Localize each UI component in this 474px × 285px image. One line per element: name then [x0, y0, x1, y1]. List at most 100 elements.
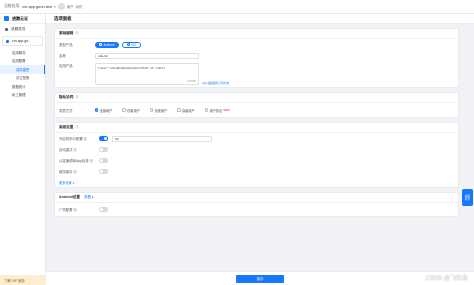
- radio-option-0[interactable]: 全部用户: [95, 108, 112, 113]
- button-label: iOS: [131, 42, 137, 47]
- keep-toggle[interactable]: [99, 169, 108, 174]
- chevron-down-icon[interactable]: ▾: [54, 5, 56, 9]
- vendor-row: 厂商配置 ⓪: [55, 203, 458, 216]
- field-label: 维持保存 ⓪: [59, 170, 77, 174]
- basic-card: 基础编辑 ⓪ 类型产品 Android iOS 名称 mfa-02 应用产品 {…: [54, 28, 459, 88]
- app-icon: [6, 39, 9, 43]
- sidebar-item-data[interactable]: 数据统计: [0, 82, 45, 91]
- android-view-link[interactable]: 查看 ▸: [84, 195, 94, 200]
- apple-icon: [126, 43, 130, 46]
- check-row: 以高速调用App检查 ⓪: [55, 155, 458, 166]
- card-title: 高级设置 ⓪: [55, 123, 458, 133]
- android-type-button[interactable]: Android: [95, 41, 119, 48]
- keep-row: 维持保存 ⓪: [55, 166, 458, 177]
- desc-row: 应用产品 {"desc":"\u9ed8\u8ba4\u5e94\u7528",…: [55, 61, 458, 87]
- radio-label: 全部用户: [99, 108, 113, 113]
- page-header: 选项面板: [46, 14, 474, 24]
- radio-label: 仅老用户: [154, 108, 168, 113]
- app-selector[interactable]: cm-app-geoh-test: [22, 5, 52, 9]
- android-card: Android设置 查看 ▸ 厂商配置 ⓪: [54, 192, 459, 217]
- radio-option-4[interactable]: 用户协议 NEW: [204, 108, 230, 113]
- main-area: 选项面板 基础编辑 ⓪ 类型产品 Android iOS 名称 mfa-02 应…: [46, 14, 474, 285]
- sidebar-item-privacy[interactable]: 私工管理: [0, 91, 45, 100]
- watermark: CSDN @飞吃鱼: [425, 276, 468, 282]
- edit-link[interactable]: 编辑: [76, 4, 83, 9]
- field-label: 厂商配置 ⓪: [59, 208, 77, 212]
- user-name[interactable]: 用户: [67, 4, 74, 9]
- radio-option-1[interactable]: 仅新用户: [122, 108, 140, 113]
- help-icon[interactable]: ⓪: [75, 31, 79, 36]
- sidebar-app-selector[interactable]: cm-app-ge...: [2, 36, 43, 46]
- brand: 透腾云证: [0, 14, 45, 24]
- card-title: 基础编辑 ⓪: [55, 29, 458, 39]
- more-settings-link[interactable]: 更多设置 ▾: [55, 177, 458, 187]
- card-title-text: 高级设置: [59, 125, 74, 129]
- field-label: 同意方式: [59, 108, 73, 113]
- field-label: 以高速调用App检查 ⓪: [59, 159, 94, 163]
- field-label: 类型产品: [59, 43, 73, 47]
- radio-label: 用户协议: [209, 108, 223, 113]
- field-label: 应用产品: [59, 64, 73, 68]
- radio-option-3[interactable]: 高级用户: [177, 108, 195, 113]
- page-title: 选项面板: [54, 15, 72, 21]
- sidebar-item-label: 总概览况: [11, 26, 26, 31]
- radio-icon: [177, 108, 181, 112]
- advanced-card: 高级设置 ⓪ 开启同步ID配置 ⓪ 60 自动重试 ⓪ 以高速调用App检查 ⓪…: [54, 122, 459, 188]
- android-icon: [99, 43, 102, 46]
- card-title: 隐私协同 ⓪: [55, 93, 458, 103]
- brand-logo-icon: [4, 16, 9, 21]
- button-label: Android: [103, 42, 115, 47]
- sync-toggle[interactable]: [99, 136, 108, 141]
- brand-name: 透腾云证: [12, 15, 28, 21]
- field-label: 名称: [59, 54, 66, 58]
- field-label: 自动重试 ⓪: [59, 148, 77, 152]
- description-value: {"desc":"\u9ed8\u8ba4\u5e94\u7528","id":…: [98, 66, 166, 70]
- sidebar-app-name: cm-app-ge...: [12, 39, 32, 43]
- card-title: Android设置 查看 ▸: [55, 193, 458, 203]
- sidebar-item-app-overview[interactable]: 应用概况: [0, 48, 45, 57]
- help-icon[interactable]: ⓪: [75, 125, 79, 130]
- privacy-card: 隐私协同 ⓪ 同意方式 全部用户 仅新用户 仅老用户 高级用户 用户协议 NEW: [54, 92, 459, 118]
- type-row: 类型产品 Android iOS: [55, 39, 458, 50]
- field-label: 开启同步ID配置 ⓪: [59, 137, 88, 141]
- description-textarea[interactable]: {"desc":"\u9ed8\u8ba4\u5e94\u7528","id":…: [95, 63, 199, 85]
- name-input[interactable]: mfa-02: [95, 52, 199, 59]
- new-badge: NEW: [223, 108, 230, 112]
- radio-icon: [204, 108, 208, 112]
- footer-bar: 保存: [46, 271, 474, 285]
- dashboard-icon: [5, 27, 8, 31]
- support-label-2: 助手: [464, 197, 471, 201]
- card-title-text: 基础编辑: [59, 31, 74, 35]
- check-toggle[interactable]: [99, 158, 108, 163]
- consent-row: 同意方式 全部用户 仅新用户 仅老用户 高级用户 用户协议 NEW: [55, 103, 458, 117]
- radio-option-2[interactable]: 仅老用户: [149, 108, 168, 113]
- sidebar-item-options[interactable]: 选择建签: [0, 65, 45, 74]
- form-scroll[interactable]: 基础编辑 ⓪ 类型产品 Android iOS 名称 mfa-02 应用产品 {…: [54, 28, 459, 268]
- vip-banner[interactable]: 了解 VIP 服务: [0, 275, 46, 285]
- radio-icon: [95, 108, 99, 112]
- sync-input[interactable]: 60: [112, 135, 212, 142]
- save-button[interactable]: 保存: [236, 274, 284, 283]
- radio-label: 仅新用户: [127, 108, 140, 113]
- sidebar-item-settings[interactable]: 设立配置: [0, 74, 45, 83]
- radio-label: 高级用户: [182, 108, 195, 113]
- ios-type-button[interactable]: iOS: [121, 41, 142, 48]
- support-float-button[interactable]: 客服 助手: [462, 189, 473, 206]
- name-row: 名称 mfa-02: [55, 50, 458, 61]
- sidebar: 透腾云证 总概览况 cm-app-ge... 应用概况 应用配置 选择建签 设立…: [0, 14, 46, 285]
- card-title-text: Android设置: [59, 195, 80, 199]
- sidebar-item-overview[interactable]: 总概览况: [0, 24, 45, 34]
- radio-icon: [149, 108, 154, 112]
- retry-row: 自动重试 ⓪: [55, 144, 458, 155]
- sync-row: 开启同步ID配置 ⓪ 60: [55, 133, 458, 144]
- radio-icon: [122, 108, 126, 112]
- char-counter: 0/4096: [187, 79, 196, 83]
- retry-toggle[interactable]: [99, 147, 108, 152]
- sidebar-item-app-config[interactable]: 应用配置: [0, 57, 45, 66]
- avatar[interactable]: [57, 3, 65, 10]
- vendor-toggle[interactable]: [99, 207, 108, 212]
- card-title-text: 隐私协同: [59, 95, 74, 99]
- help-link[interactable]: App 描述默认可补充: [202, 81, 229, 85]
- top-bar: 当前应用: cm-app-geoh-test ▾ 用户 编辑: [0, 0, 474, 14]
- help-icon[interactable]: ⓪: [75, 95, 79, 100]
